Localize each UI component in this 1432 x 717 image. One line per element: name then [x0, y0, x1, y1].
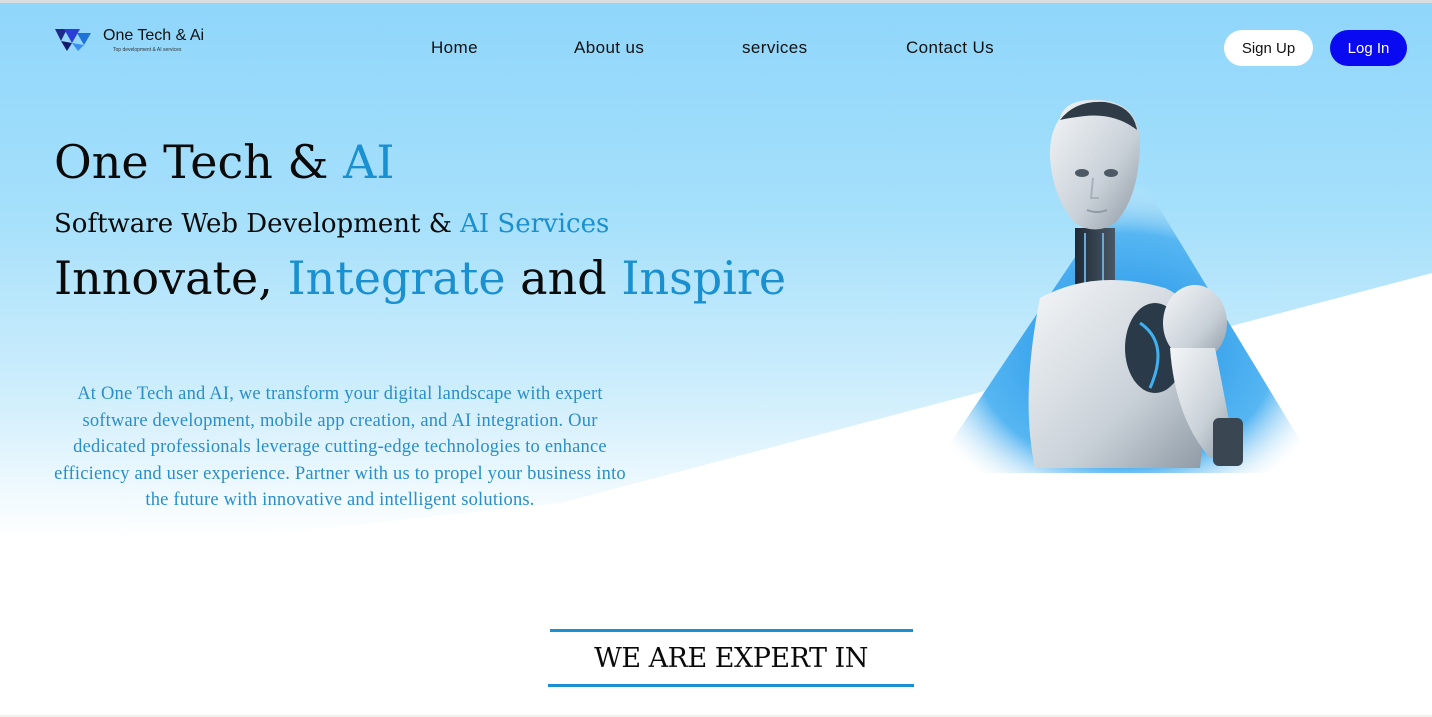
login-button[interactable]: Log In — [1330, 30, 1407, 66]
signup-button[interactable]: Sign Up — [1224, 30, 1313, 66]
nav-home[interactable]: Home — [431, 38, 478, 58]
section-title: WE ARE EXPERT IN — [594, 643, 868, 674]
page: One Tech & Ai Top development & AI servi… — [0, 0, 1432, 717]
hero-description: At One Tech and AI, we transform your di… — [54, 384, 626, 511]
heading-top-rule — [550, 629, 913, 632]
section-heading: WE ARE EXPERT IN — [548, 629, 914, 689]
main-nav: Home About us services Contact Us — [0, 38, 1432, 60]
heading-bottom-rule — [548, 684, 914, 687]
hero-slogan: Innovate, Integrate and Inspire — [54, 251, 786, 305]
slogan-integrate: Integrate — [287, 251, 506, 305]
humanoid-robot-image — [930, 99, 1320, 473]
slogan-and: and — [505, 251, 622, 305]
hero-title: One Tech & AI — [54, 135, 395, 189]
slogan-innovate: Innovate, — [54, 251, 288, 305]
hero-subtitle: Software Web Development & AI Services — [54, 209, 609, 239]
hero-title-accent: AI — [343, 135, 395, 189]
nav-contact-us[interactable]: Contact Us — [906, 38, 994, 58]
slogan-inspire: Inspire — [621, 251, 787, 305]
nav-services[interactable]: services — [742, 38, 808, 58]
hero-title-text: One Tech & — [54, 135, 344, 189]
nav-about-us[interactable]: About us — [574, 38, 644, 58]
hero-subtitle-text: Software Web Development & — [54, 209, 461, 239]
hero-subtitle-accent: AI Services — [460, 209, 610, 239]
